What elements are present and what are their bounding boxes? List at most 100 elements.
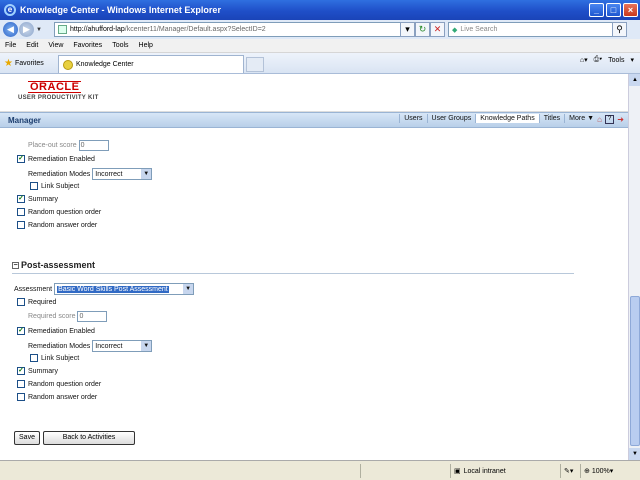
vertical-scrollbar[interactable]: ▲ ▼ <box>628 74 640 460</box>
search-go-icon[interactable]: ⚲ <box>612 22 627 37</box>
manager-title: Manager <box>8 115 41 125</box>
required-score-input[interactable]: 0 <box>77 311 108 322</box>
title-bar: e Knowledge Center - Windows Internet Ex… <box>0 0 640 20</box>
save-button[interactable]: Save <box>14 431 40 445</box>
live-search-icon: ◆ <box>452 26 458 34</box>
pre-modes-label: Remediation Modes <box>28 170 91 178</box>
required-score-row: Required score 0 <box>28 311 108 322</box>
post-random-q-checkbox[interactable] <box>17 380 25 388</box>
refresh-icon[interactable]: ↻ <box>415 22 430 37</box>
menu-tools[interactable]: Tools <box>107 42 133 49</box>
pre-link-subject-checkbox[interactable] <box>30 182 38 190</box>
tab-titles[interactable]: Titles <box>538 114 564 123</box>
menu-bar: File Edit View Favorites Tools Help <box>0 39 640 53</box>
url-host: http://ahufford-lap <box>70 26 125 33</box>
favorites-bar: ★ Favorites Knowledge Center ⌂▾ ⎙▾ Tools… <box>0 53 640 74</box>
post-link-subject-row: Link Subject <box>30 354 79 362</box>
manager-bar: Manager Users User Groups Knowledge Path… <box>0 112 628 128</box>
address-bar[interactable]: http://ahufford-lap /kcenter11/Manager/D… <box>54 22 412 37</box>
assessment-select[interactable]: Basic Word Skills Post Assessment ▼ <box>54 283 195 295</box>
post-random-a-label: Random answer order <box>28 393 98 401</box>
post-assessment-title: Post-assessment <box>21 260 96 270</box>
menu-favorites[interactable]: Favorites <box>68 42 107 49</box>
chevron-down-icon[interactable]: ▾ <box>630 56 634 64</box>
manager-nav: Users User Groups Knowledge Paths Titles… <box>399 114 598 123</box>
tab-user-groups[interactable]: User Groups <box>426 114 476 123</box>
maximize-button[interactable]: □ <box>606 3 621 17</box>
pre-summary-label: Summary <box>28 195 58 203</box>
required-row: Required <box>17 298 56 306</box>
pre-random-q-checkbox[interactable] <box>17 208 25 216</box>
menu-edit[interactable]: Edit <box>21 42 43 49</box>
required-score-label: Required score <box>28 313 76 320</box>
logout-icon[interactable]: ➜ <box>617 115 624 124</box>
app-header: ORACLE USER PRODUCTIVITY KIT <box>0 74 628 112</box>
favorites-button[interactable]: ★ Favorites <box>4 58 44 69</box>
page-icon <box>58 25 67 34</box>
required-checkbox[interactable] <box>17 298 25 306</box>
chevron-down-icon: ▾ <box>609 468 614 475</box>
zone-cell: ▣ Local intranet <box>450 464 560 478</box>
status-cell <box>360 464 450 478</box>
post-random-q-label: Random question order <box>28 380 102 388</box>
post-modes-select[interactable]: Incorrect ▼ <box>92 340 153 352</box>
minimize-button[interactable]: _ <box>589 3 604 17</box>
command-bar: ⌂▾ ⎙▾ Tools ▾ <box>580 56 640 64</box>
tab-users[interactable]: Users <box>399 114 426 123</box>
home-icon[interactable]: ⌂ <box>597 115 602 124</box>
pre-random-a-checkbox[interactable] <box>17 221 25 229</box>
tab-knowledge-center[interactable]: Knowledge Center <box>58 55 244 73</box>
post-remediation-checkbox[interactable]: ✓ <box>17 327 25 335</box>
star-icon: ★ <box>4 57 13 69</box>
assessment-label: Assessment <box>14 285 53 293</box>
help-icon[interactable]: ? <box>604 115 615 124</box>
pre-link-subject-label: Link Subject <box>41 182 80 190</box>
tab-knowledge-paths[interactable]: Knowledge Paths <box>475 114 539 123</box>
post-random-a-row: Random answer order <box>17 393 97 401</box>
back-nav-icon[interactable]: ◀ <box>3 22 18 37</box>
tab-page-icon <box>63 59 73 70</box>
tab-more[interactable]: More ▼ <box>564 114 598 123</box>
placeout-score-input[interactable]: 0 <box>78 140 109 151</box>
address-dropdown-icon[interactable]: ▾ <box>400 22 415 37</box>
search-input[interactable]: ◆ Live Search <box>448 22 626 37</box>
close-button[interactable]: × <box>623 3 638 17</box>
scroll-thumb[interactable] <box>630 296 640 446</box>
url-path: /kcenter11/Manager/Default.aspx?SelectID… <box>124 26 266 33</box>
post-link-subject-checkbox[interactable] <box>30 354 38 362</box>
print-icon[interactable]: ⎙▾ <box>594 56 603 64</box>
pre-summary-checkbox[interactable]: ✓ <box>17 195 25 203</box>
required-label: Required <box>28 298 57 306</box>
history-dropdown-icon[interactable]: ▼ <box>36 27 42 33</box>
pre-link-subject-row: Link Subject <box>30 182 79 190</box>
protected-mode-icon[interactable]: ✎▾ <box>560 464 580 478</box>
back-to-activities-button[interactable]: Back to Activities <box>43 431 135 445</box>
stop-icon[interactable]: ✕ <box>430 22 445 37</box>
home-cmd-icon[interactable]: ⌂▾ <box>580 56 588 64</box>
scroll-up-icon[interactable]: ▲ <box>629 74 640 86</box>
collapse-icon[interactable]: − <box>12 261 19 269</box>
pre-random-a-row: Random answer order <box>17 221 97 229</box>
pre-remediation-checkbox[interactable]: ✓ <box>17 155 25 163</box>
post-summary-checkbox[interactable]: ✓ <box>17 367 25 375</box>
ie-logo-icon: e <box>4 4 16 16</box>
pre-modes-value: Incorrect <box>95 170 123 178</box>
search-placeholder: Live Search <box>460 26 498 33</box>
window-title: Knowledge Center - Windows Internet Expl… <box>20 5 221 15</box>
post-random-a-checkbox[interactable] <box>17 393 25 401</box>
forward-nav-icon[interactable]: ▶ <box>19 22 34 37</box>
menu-file[interactable]: File <box>0 42 21 49</box>
menu-help[interactable]: Help <box>134 42 158 49</box>
pre-modes-select[interactable]: Incorrect ▼ <box>92 168 153 180</box>
scroll-down-icon[interactable]: ▼ <box>629 448 640 460</box>
menu-view[interactable]: View <box>43 42 68 49</box>
post-assessment-header[interactable]: − Post-assessment <box>12 260 95 270</box>
tools-button[interactable]: Tools <box>608 57 624 64</box>
oracle-logo: ORACLE <box>28 81 82 93</box>
new-tab-button[interactable] <box>246 57 264 72</box>
zoom-icon: ⊕ <box>584 468 590 475</box>
zoom-control[interactable]: ⊕ 100% ▾ <box>580 464 628 478</box>
placeout-label: Place-out score <box>28 142 77 149</box>
pre-random-a-label: Random answer order <box>28 221 98 229</box>
pre-modes-row: Remediation Modes Incorrect ▼ <box>28 168 153 180</box>
